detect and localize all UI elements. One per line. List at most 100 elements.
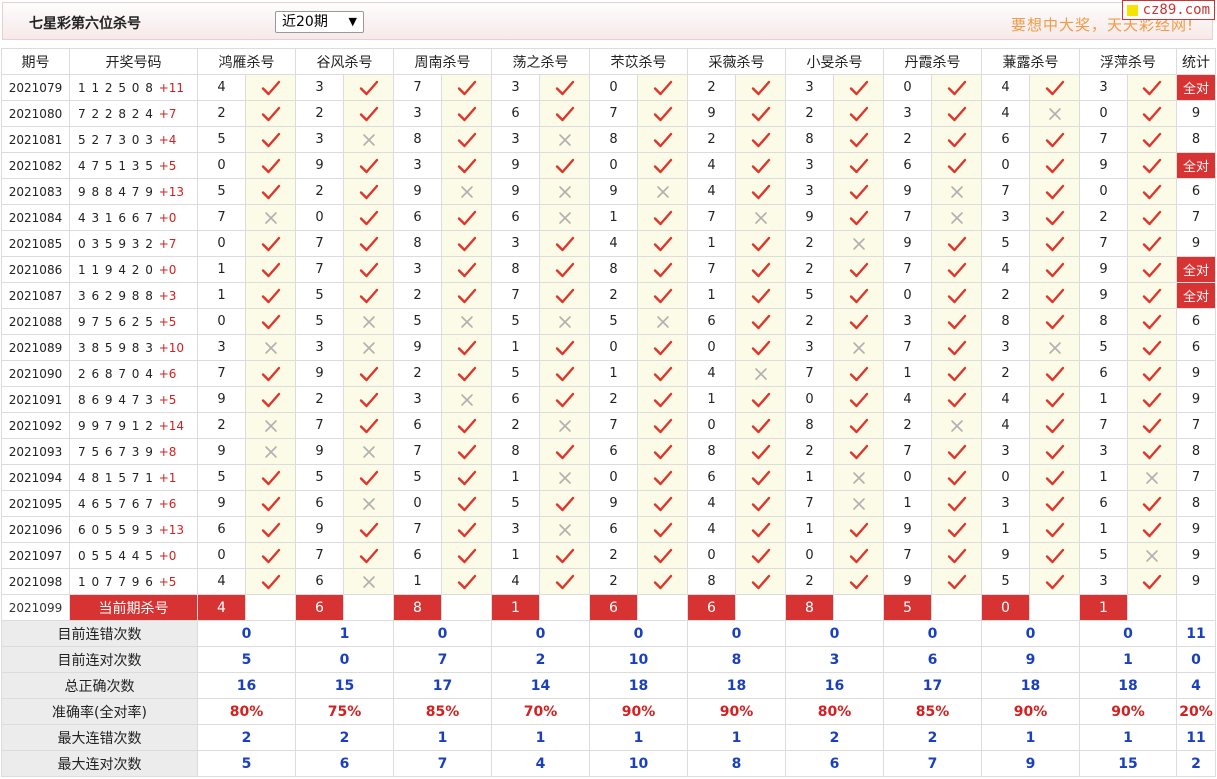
kill-number-cell: 8 bbox=[393, 230, 442, 257]
result-cell bbox=[735, 152, 786, 179]
kill-number-cell: 4 bbox=[687, 360, 736, 387]
draw-sum: +5 bbox=[158, 158, 177, 173]
kill-number-cell: 9 bbox=[883, 568, 932, 595]
kill-number-cell: 3 bbox=[883, 100, 932, 127]
check-icon bbox=[261, 366, 280, 381]
kill-number-cell: 7 bbox=[197, 204, 246, 231]
check-icon bbox=[1045, 574, 1064, 589]
kill-number-cell: 1 bbox=[883, 490, 932, 517]
check-icon bbox=[1142, 80, 1162, 95]
check-icon bbox=[457, 106, 476, 121]
result-cell bbox=[931, 178, 982, 205]
result-cell bbox=[637, 360, 688, 387]
draw-numbers: 4 6 5 7 6 7 bbox=[78, 496, 154, 511]
kill-number-cell: 3 bbox=[295, 126, 344, 153]
kill-number-cell: 6 bbox=[295, 490, 344, 517]
draw-numbers: 4 7 5 1 3 5 bbox=[78, 158, 154, 173]
result-cell bbox=[245, 282, 296, 309]
check-icon bbox=[359, 158, 378, 173]
check-icon bbox=[1045, 236, 1064, 251]
check-icon bbox=[653, 236, 672, 251]
stat-cell: 9 bbox=[1176, 386, 1216, 413]
result-cell bbox=[539, 568, 590, 595]
draw-numbers-cell: 6 0 5 5 9 3 +13 bbox=[69, 516, 198, 543]
summary-value: 15 bbox=[295, 672, 394, 699]
result-cell bbox=[931, 360, 982, 387]
kill-number-cell: 0 bbox=[687, 412, 736, 439]
result-cell bbox=[441, 74, 492, 101]
kill-number-cell: 5 bbox=[197, 178, 246, 205]
kill-number-cell: 5 bbox=[393, 308, 442, 335]
kill-number-cell: 3 bbox=[981, 490, 1030, 517]
draw-numbers: 3 8 5 9 8 3 bbox=[78, 340, 154, 355]
check-icon bbox=[1045, 132, 1064, 147]
result-cell bbox=[1127, 542, 1177, 569]
current-label: 当前期杀号 bbox=[69, 594, 198, 621]
result-cell bbox=[1127, 256, 1177, 283]
check-icon bbox=[555, 496, 574, 511]
check-icon bbox=[1142, 444, 1162, 459]
cross-icon bbox=[656, 185, 669, 198]
result-cell bbox=[833, 386, 884, 413]
kill-number-cell: 8 bbox=[491, 438, 540, 465]
summary-value: 0 bbox=[491, 620, 590, 647]
result-cell bbox=[1127, 516, 1177, 543]
kill-number-cell: 2 bbox=[687, 74, 736, 101]
kill-number-cell: 5 bbox=[295, 282, 344, 309]
summary-value: 10 bbox=[589, 646, 688, 673]
result-cell bbox=[931, 334, 982, 361]
site-badge[interactable]: cz89.com bbox=[1121, 0, 1215, 20]
draw-numbers-cell: 4 3 1 6 6 7 +0 bbox=[69, 204, 198, 231]
issue-cell: 2021090 bbox=[1, 360, 70, 387]
result-cell bbox=[637, 152, 688, 179]
result-cell bbox=[539, 360, 590, 387]
stat-cell: 8 bbox=[1176, 126, 1216, 153]
check-icon bbox=[359, 106, 378, 121]
kill-number-cell: 5 bbox=[491, 490, 540, 517]
result-cell bbox=[343, 334, 394, 361]
kill-number-cell: 2 bbox=[197, 412, 246, 439]
kill-number-cell: 4 bbox=[981, 100, 1030, 127]
result-cell bbox=[343, 204, 394, 231]
check-icon bbox=[457, 522, 476, 537]
current-kill-number: 4 bbox=[197, 594, 246, 621]
summary-stat: 0 bbox=[1176, 646, 1216, 673]
result-cell bbox=[343, 308, 394, 335]
result-cell bbox=[343, 542, 394, 569]
result-cell bbox=[1029, 438, 1080, 465]
result-cell bbox=[833, 204, 884, 231]
kill-number-cell: 7 bbox=[295, 230, 344, 257]
check-icon bbox=[653, 288, 672, 303]
kill-number-cell: 3 bbox=[981, 334, 1030, 361]
check-icon bbox=[751, 496, 770, 511]
check-icon bbox=[1142, 184, 1162, 199]
kill-number-cell: 6 bbox=[393, 542, 442, 569]
period-select[interactable]: 近20期 ▼ bbox=[275, 11, 364, 33]
result-cell bbox=[735, 438, 786, 465]
result-cell bbox=[1029, 204, 1080, 231]
summary-value: 85% bbox=[393, 698, 492, 725]
kill-number-cell: 1 bbox=[1079, 516, 1128, 543]
check-icon bbox=[947, 496, 966, 511]
summary-label: 目前连对次数 bbox=[1, 646, 198, 673]
kill-number-cell: 6 bbox=[589, 438, 638, 465]
draw-numbers-cell: 7 2 2 8 2 4 +7 bbox=[69, 100, 198, 127]
kill-number-cell: 2 bbox=[785, 568, 834, 595]
kill-number-cell: 5 bbox=[1079, 542, 1128, 569]
issue-cell: 2021094 bbox=[1, 464, 70, 491]
kill-number-cell: 4 bbox=[981, 386, 1030, 413]
check-icon bbox=[947, 236, 966, 251]
summary-value: 16 bbox=[197, 672, 296, 699]
result-cell bbox=[833, 100, 884, 127]
summary-value: 8 bbox=[687, 646, 786, 673]
result-cell bbox=[1029, 464, 1080, 491]
draw-numbers: 0 5 5 4 4 5 bbox=[78, 548, 154, 563]
result-cell bbox=[931, 126, 982, 153]
summary-value: 0 bbox=[785, 620, 884, 647]
check-icon bbox=[1045, 366, 1064, 381]
result-cell bbox=[1029, 360, 1080, 387]
kill-number-cell: 7 bbox=[393, 74, 442, 101]
check-icon bbox=[1045, 262, 1064, 277]
kill-number-cell: 5 bbox=[981, 230, 1030, 257]
col-expert: 蒹露杀号 bbox=[981, 48, 1080, 75]
